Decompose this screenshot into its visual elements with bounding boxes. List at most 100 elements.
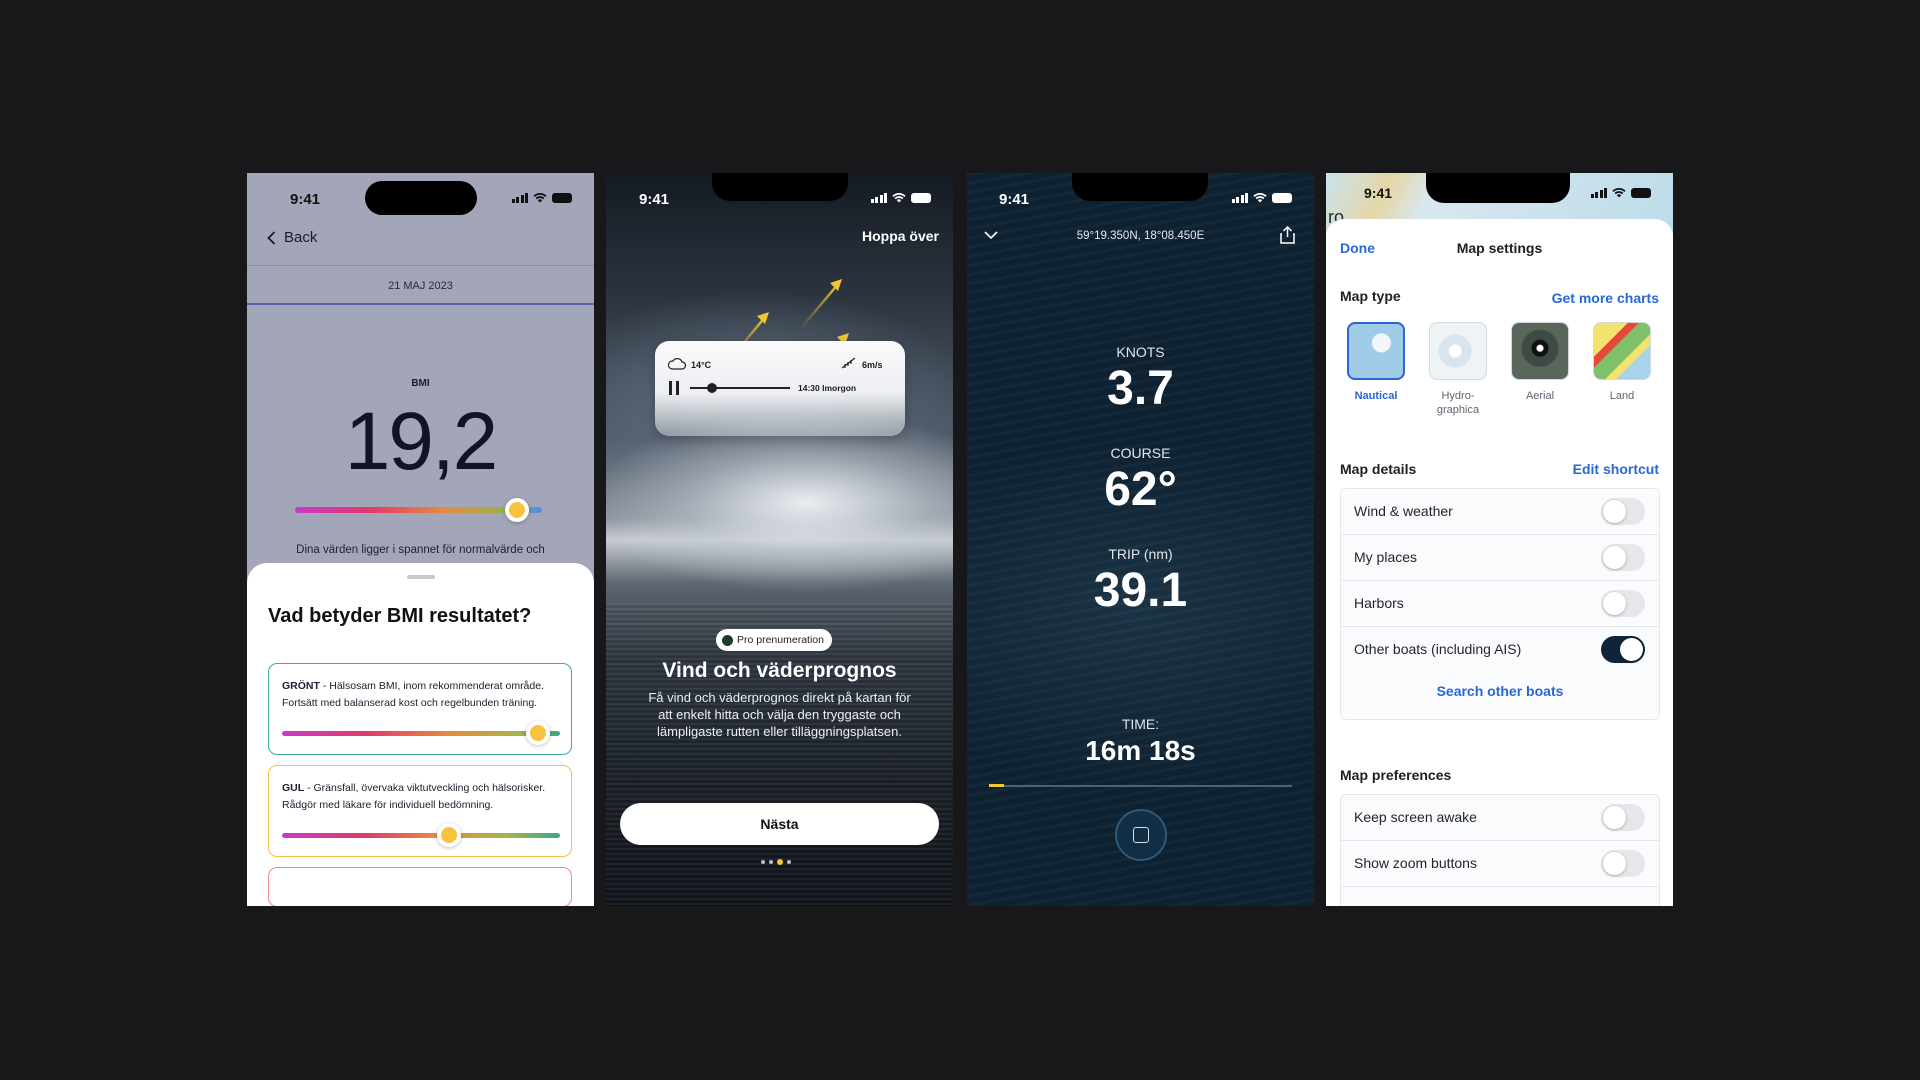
bmi-category-card-green: GRÖNT - Hälsosam BMI, inom rekommenderat…: [268, 663, 572, 755]
bmi-category-card-yellow: GUL - Gränsfall, övervaka viktutveckling…: [268, 765, 572, 857]
temperature-label: 14°C: [691, 360, 712, 370]
time-label: TIME:: [1121, 716, 1160, 732]
search-other-boats-link[interactable]: Search other boats: [1341, 683, 1659, 699]
wifi-icon: [533, 193, 547, 203]
wind-weather-toggle[interactable]: [1601, 498, 1645, 525]
toggle-row-other-boats[interactable]: Other boats (including AIS): [1341, 627, 1659, 673]
settings-sheet: Done Map settings Map type Get more char…: [1326, 219, 1673, 906]
back-label: Back: [284, 229, 318, 246]
onboarding-screen: 9:41 Hoppa över 14°C 6m/s 14:30 Imorgon …: [606, 173, 953, 906]
map-details-heading: Map details: [1340, 461, 1417, 477]
info-sheet: Vad betyder BMI resultatet? GRÖNT - Häls…: [247, 563, 594, 906]
map-type-nautical-label: Nautical: [1354, 390, 1398, 402]
status-time: 9:41: [999, 191, 1030, 208]
wifi-icon: [1253, 193, 1267, 203]
status-icons: [1231, 192, 1292, 203]
edit-shortcut-link[interactable]: Edit shortcut: [1573, 461, 1659, 477]
toggle-row-my-places[interactable]: My places: [1341, 535, 1659, 581]
timeline-track[interactable]: [690, 387, 790, 389]
card-text: GRÖNT - Hälsosam BMI, inom rekommenderat…: [282, 680, 544, 709]
trip-screen: 9:41 59°19.350N, 18°08.450E KNOTS 3.7 CO…: [967, 173, 1314, 906]
card-text: GUL - Gränsfall, övervaka viktutveckling…: [282, 782, 546, 811]
course-value: 62°: [1104, 463, 1177, 516]
bmi-description: Dina värden ligger i spannet för normalv…: [296, 544, 545, 556]
bmi-screen: 9:41 Back 21 MAJ 2023 BMI 19,2 Dina värd…: [247, 173, 594, 906]
signal-icon: [1590, 187, 1607, 198]
speed-value: 3.7: [1107, 362, 1174, 415]
stop-icon: [1133, 827, 1149, 843]
harbors-toggle[interactable]: [1601, 590, 1645, 617]
forecast-time-label: 14:30 Imorgon: [798, 383, 857, 393]
get-more-charts-link[interactable]: Get more charts: [1552, 290, 1659, 306]
sheet-grabber[interactable]: [407, 575, 435, 579]
timeline-thumb[interactable]: [707, 383, 717, 393]
status-time: 9:41: [290, 191, 321, 208]
toggle-row-show-zoom-buttons[interactable]: Show zoom buttons: [1341, 841, 1659, 887]
keep-screen-awake-toggle[interactable]: [1601, 804, 1645, 831]
toggle-row-keep-screen-awake[interactable]: Keep screen awake: [1341, 795, 1659, 841]
card-gauge: [282, 833, 560, 838]
my-places-toggle[interactable]: [1601, 544, 1645, 571]
toggle-row-harbors[interactable]: Harbors: [1341, 581, 1659, 627]
battery-icon: [552, 192, 572, 203]
map-preferences-heading: Map preferences: [1340, 767, 1452, 783]
page-dot[interactable]: [777, 859, 783, 865]
map-type-land-tile[interactable]: [1593, 322, 1651, 380]
map-type-heading: Map type: [1340, 288, 1401, 304]
status-time: 9:41: [1364, 185, 1393, 201]
done-button[interactable]: Done: [1340, 240, 1375, 256]
speed-label: KNOTS: [1116, 344, 1165, 360]
signal-icon: [1231, 192, 1248, 203]
back-button[interactable]: Back: [267, 229, 317, 246]
next-button[interactable]: Nästa: [620, 803, 939, 845]
onboarding-title: Vind och väderprognos: [662, 659, 897, 682]
course-label: COURSE: [1110, 445, 1171, 461]
map-details-group: Wind & weather My places Harbors Other b…: [1340, 488, 1660, 720]
map-preferences-group: Keep screen awake Show zoom buttons: [1340, 794, 1660, 906]
pro-badge-icon: [722, 634, 733, 646]
sheet-title: Vad betyder BMI resultatet?: [268, 605, 532, 627]
page-dot[interactable]: [761, 860, 765, 864]
battery-icon: [1272, 192, 1292, 203]
map-type-aerial-tile[interactable]: [1511, 322, 1569, 380]
water-background-image: [967, 173, 1314, 906]
toggle-row-wind-weather[interactable]: Wind & weather: [1341, 489, 1659, 535]
map-type-land-label: Land: [1609, 390, 1635, 402]
dynamic-island: [365, 181, 477, 215]
status-icons: [511, 192, 572, 203]
bmi-value: 19,2: [344, 396, 499, 487]
bmi-label: BMI: [411, 378, 430, 389]
map-type-hydrographica-tile[interactable]: [1429, 322, 1487, 380]
map-type-nautical-tile[interactable]: [1347, 322, 1405, 380]
stop-button[interactable]: [1115, 809, 1167, 861]
weather-card: 14°C 6m/s 14:30 Imorgon: [655, 341, 905, 436]
page-dot[interactable]: [769, 860, 773, 864]
chevron-left-icon: [267, 230, 276, 245]
bmi-category-card-red: [268, 867, 572, 906]
cloud-sun-icon: [667, 358, 687, 370]
trip-distance-value: 39.1: [1093, 564, 1188, 617]
row-label: Wind & weather: [1354, 503, 1453, 519]
status-icons: [1590, 187, 1651, 198]
map-settings-screen: ro 9:41 Done Map settings Map type Get m…: [1326, 173, 1673, 906]
row-label: Show zoom buttons: [1354, 855, 1477, 871]
dynamic-island: [1072, 173, 1208, 201]
share-icon[interactable]: [1280, 226, 1295, 244]
row-label: Other boats (including AIS): [1354, 641, 1522, 657]
pause-icon[interactable]: [669, 381, 679, 395]
wifi-icon: [1612, 188, 1626, 198]
sheet-title: Map settings: [1456, 240, 1543, 256]
time-value: 16m 18s: [1085, 735, 1196, 766]
map-type-hydrographica-label: Hydro-graphica: [1436, 390, 1480, 416]
page-dot[interactable]: [787, 860, 791, 864]
dynamic-island: [1426, 173, 1570, 203]
gauge-emoji-icon: [505, 498, 530, 522]
page-indicator[interactable]: [761, 859, 791, 865]
row-label: Keep screen awake: [1354, 809, 1477, 825]
wind-icon: [841, 357, 856, 369]
show-zoom-buttons-toggle[interactable]: [1601, 850, 1645, 877]
other-boats-toggle[interactable]: [1601, 636, 1645, 663]
onboarding-body: Få vind och väderprognos direkt på karta…: [648, 690, 911, 739]
pro-badge: Pro prenumeration: [716, 629, 832, 651]
map-type-aerial-label: Aerial: [1525, 390, 1555, 402]
